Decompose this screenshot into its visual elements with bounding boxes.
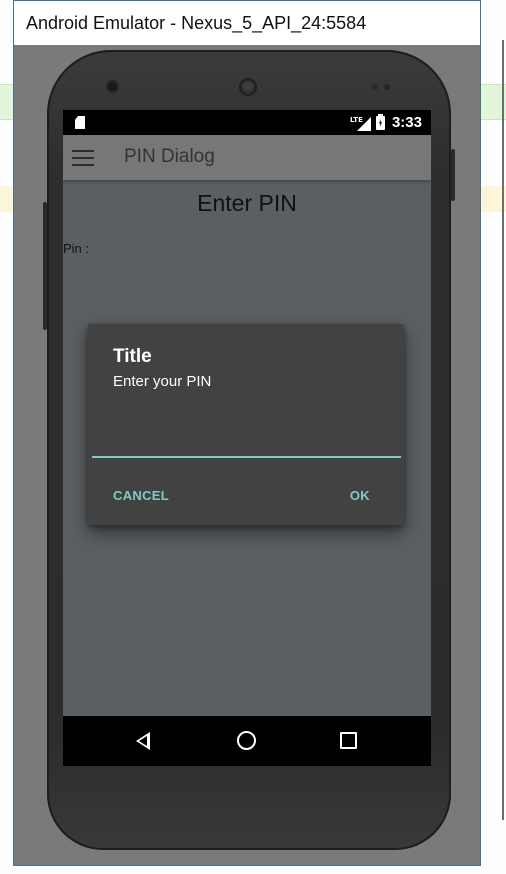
ide-scrollbar [502, 40, 504, 820]
battery-charging-icon [376, 114, 385, 130]
cancel-button[interactable]: CANCEL [113, 488, 169, 503]
pin-input[interactable] [92, 432, 401, 458]
status-bar: LTE 3:33 [63, 110, 431, 135]
toolbar-title: PIN Dialog [124, 146, 215, 167]
pin-label: Pin : [63, 241, 90, 256]
home-icon[interactable] [237, 731, 256, 750]
power-button[interactable] [451, 149, 455, 201]
volume-button[interactable] [43, 202, 47, 330]
status-bar-clock: 3:33 [391, 114, 422, 131]
signal-strength-icon [357, 117, 371, 131]
app-toolbar: PIN Dialog [63, 135, 431, 180]
recents-icon[interactable] [340, 732, 357, 749]
emulator-window-title: Android Emulator - Nexus_5_API_24:5584 [26, 12, 367, 33]
sd-card-icon [75, 116, 85, 129]
back-icon[interactable] [136, 732, 150, 750]
light-sensor-icon [384, 84, 390, 90]
proximity-sensor-icon [372, 84, 378, 90]
emulator-titlebar[interactable]: Android Emulator - Nexus_5_API_24:5584 [14, 1, 480, 45]
dialog-message: Enter your PIN [113, 373, 212, 390]
earpiece-speaker-icon [239, 78, 257, 96]
pin-dialog: Title Enter your PIN CANCEL OK [88, 324, 404, 525]
front-camera-icon [108, 82, 117, 91]
phone-screen: LTE 3:33 PIN Dialog Enter PIN Pin : Titl… [63, 110, 431, 766]
ok-button[interactable]: OK [350, 488, 370, 503]
page-heading: Enter PIN [197, 190, 297, 216]
navigation-bar [63, 716, 431, 766]
dialog-title: Title [113, 346, 152, 367]
hamburger-menu-icon[interactable] [72, 150, 94, 166]
